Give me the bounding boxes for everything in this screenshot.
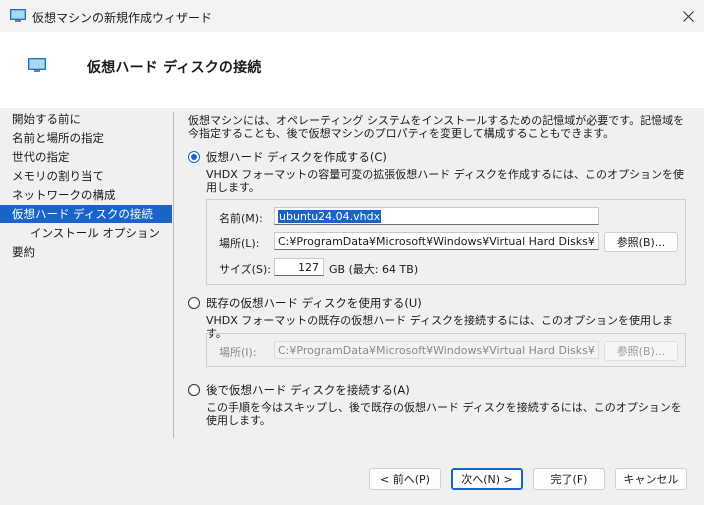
nav-item-before-you-begin[interactable]: 開始する前に <box>0 110 172 128</box>
radio-indicator[interactable] <box>188 151 200 163</box>
radio-indicator[interactable] <box>188 384 200 396</box>
radio-create-vhd[interactable]: 仮想ハード ディスクを作成する(C) <box>188 149 387 165</box>
intro-text: 仮想マシンには、オペレーティング システムをインストールするための記憶域が必要で… <box>188 114 685 140</box>
page-title: 仮想ハード ディスクの接続 <box>87 60 262 76</box>
existing-location-input[interactable]: C:¥ProgramData¥Microsoft¥Windows¥Virtual… <box>274 341 599 359</box>
size-input[interactable]: 127 <box>274 258 324 276</box>
size-unit-label: GB (最大: 64 TB) <box>329 263 419 276</box>
nav-item-generation[interactable]: 世代の指定 <box>0 148 172 166</box>
title-bar: 仮想マシンの新規作成ウィザード <box>0 0 704 32</box>
radio-label: 仮想ハード ディスクを作成する(C) <box>206 150 387 164</box>
name-input-value: ubuntu24.04.vhdx <box>278 210 382 223</box>
nav-item-network[interactable]: ネットワークの構成 <box>0 186 172 204</box>
close-button[interactable] <box>672 0 704 32</box>
browse-button[interactable]: 参照(B)... <box>604 232 678 252</box>
existing-options-group: 場所(I): C:¥ProgramData¥Microsoft¥Windows¥… <box>206 333 686 367</box>
existing-location-label: 場所(I): <box>219 346 257 359</box>
location-input[interactable]: C:¥ProgramData¥Microsoft¥Windows¥Virtual… <box>274 232 599 250</box>
radio-use-existing-vhd[interactable]: 既存の仮想ハード ディスクを使用する(U) <box>188 295 422 311</box>
radio-indicator[interactable] <box>188 297 200 309</box>
radio-label: 後で仮想ハード ディスクを接続する(A) <box>206 383 410 397</box>
nav-item-summary[interactable]: 要約 <box>0 243 172 261</box>
later-description: この手順を今はスキップし、後で既存の仮想ハード ディスクを接続するには、このオプ… <box>206 401 682 427</box>
cancel-button[interactable]: キャンセル <box>615 468 687 490</box>
finish-button[interactable]: 完了(F) <box>533 468 605 490</box>
radio-attach-later[interactable]: 後で仮想ハード ディスクを接続する(A) <box>188 382 410 398</box>
create-options-group: 名前(M): ubuntu24.04.vhdx 場所(L): C:¥Progra… <box>206 199 686 285</box>
size-label: サイズ(S): <box>219 263 271 276</box>
close-icon <box>682 10 694 22</box>
radio-label: 既存の仮想ハード ディスクを使用する(U) <box>206 296 422 310</box>
window-title: 仮想マシンの新規作成ウィザード <box>32 11 213 25</box>
nav-item-memory[interactable]: メモリの割り当て <box>0 167 172 185</box>
nav-item-virtual-hard-disk[interactable]: 仮想ハード ディスクの接続 <box>0 205 172 223</box>
existing-browse-button[interactable]: 参照(B)... <box>604 341 678 361</box>
name-label: 名前(M): <box>219 212 263 225</box>
nav-item-name-location[interactable]: 名前と場所の指定 <box>0 129 172 147</box>
next-button[interactable]: 次へ(N) > <box>451 468 523 490</box>
location-label: 場所(L): <box>219 237 260 250</box>
nav-item-install-options[interactable]: インストール オプション <box>0 224 172 242</box>
sidebar-divider <box>173 112 174 438</box>
monitor-icon <box>10 9 26 22</box>
monitor-icon <box>28 58 46 72</box>
create-description: VHDX フォーマットの容量可変の拡張仮想ハード ディスクを作成するには、このオ… <box>206 168 685 194</box>
previous-button[interactable]: < 前へ(P) <box>369 468 441 490</box>
name-input[interactable]: ubuntu24.04.vhdx <box>274 207 599 225</box>
wizard-header: 仮想ハード ディスクの接続 <box>0 32 704 109</box>
